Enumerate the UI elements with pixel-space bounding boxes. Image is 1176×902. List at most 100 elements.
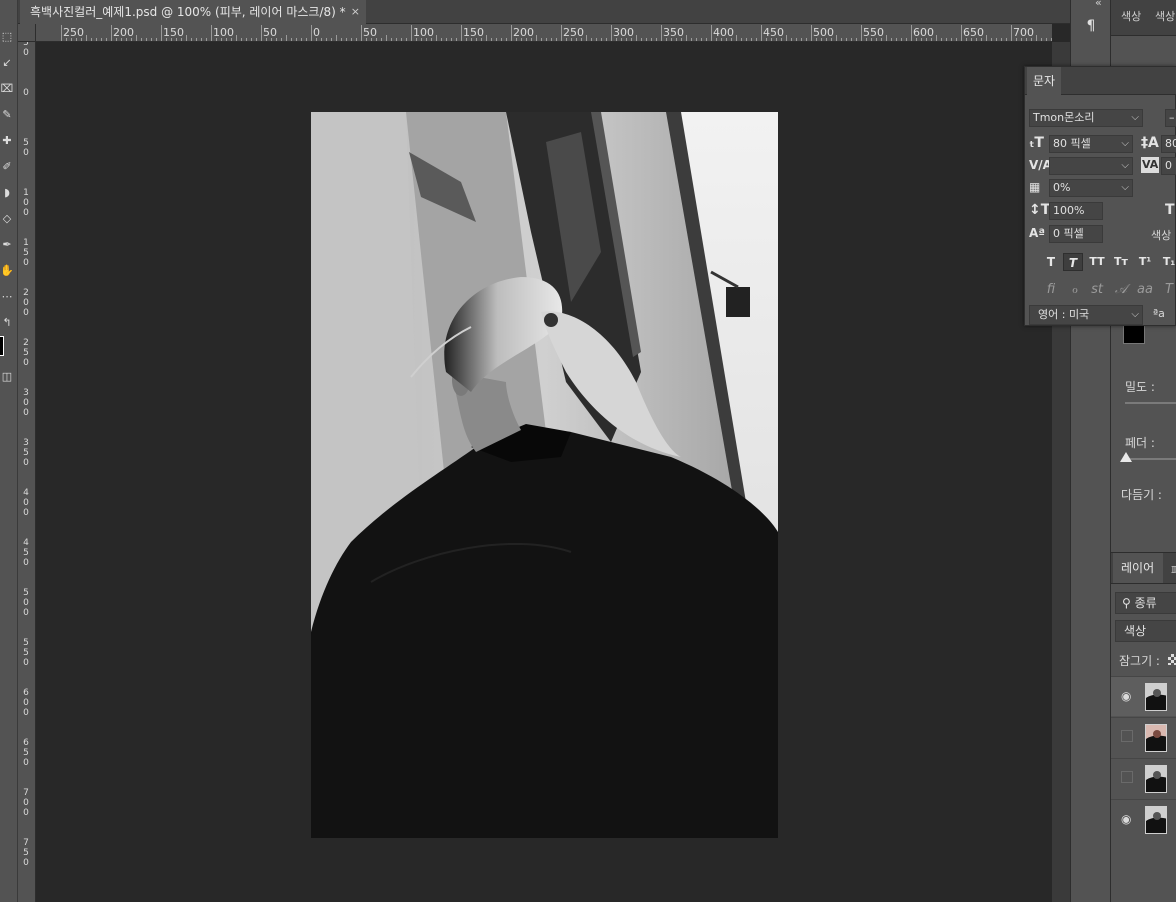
canvas-area[interactable] (36, 42, 1052, 902)
screen-mode-icon[interactable]: ◫ (0, 370, 14, 384)
ruler-minor-tick (276, 38, 277, 41)
lock-label: 잠그기 : (1119, 654, 1160, 668)
anti-alias-icon[interactable]: ªa (1153, 307, 1165, 320)
vertical-ruler[interactable]: 5 0 0 5 0 1 0 0 1 5 0 2 0 0 2 5 0 3 0 0 3 5 0 4 0… (18, 42, 36, 902)
layer-thumbnail[interactable] (1145, 765, 1167, 793)
eyedropper-icon[interactable]: ✎ (0, 108, 14, 122)
healing-icon[interactable]: ✚ (0, 134, 14, 148)
ruler-minor-tick (971, 38, 972, 41)
tab-paths[interactable]: 패 (1171, 562, 1176, 578)
eye-icon[interactable]: ◉ (1121, 689, 1135, 703)
kerning-field[interactable]: ⌵ (1049, 157, 1133, 175)
eye-icon[interactable]: ◉ (1121, 812, 1135, 826)
ruler-minor-tick (586, 35, 587, 41)
blend-mode-select[interactable]: 색상 (1115, 620, 1176, 642)
tsume-value: 0% (1053, 181, 1071, 194)
tab-layers[interactable]: 레이어 (1113, 553, 1163, 583)
foreground-color-icon[interactable] (0, 336, 4, 356)
visibility-off-box[interactable] (1121, 771, 1133, 783)
marquee-icon[interactable]: ⬚ (0, 30, 14, 44)
layer-row[interactable]: ◉ (1111, 676, 1176, 716)
lasso-icon[interactable]: ↙ (0, 56, 14, 70)
ruler-minor-tick (466, 38, 467, 41)
ruler-label: 3 5 0 (23, 438, 29, 468)
density-slider[interactable] (1125, 402, 1176, 404)
visibility-off-box[interactable] (1121, 730, 1133, 742)
subscript-button[interactable]: T₁ (1159, 253, 1176, 271)
language-value: 영어 : 미국 (1038, 308, 1090, 321)
brush-icon[interactable]: ✐ (0, 160, 14, 174)
zoom-icon[interactable]: ⋯ (0, 290, 14, 304)
crop-icon[interactable]: ⌧ (0, 82, 14, 96)
discretionary-ligatures-button[interactable]: st (1087, 281, 1107, 299)
ruler-minor-tick (101, 38, 102, 41)
ruler-label: 7 0 0 (23, 788, 29, 818)
layer-row[interactable] (1111, 758, 1176, 798)
feather-slider-handle[interactable] (1120, 452, 1132, 462)
baseline-shift-field[interactable]: 0 픽셀 (1049, 225, 1103, 243)
faux-bold-button[interactable]: T (1041, 253, 1061, 271)
tracking-field[interactable]: 0 (1161, 157, 1176, 175)
document-tab[interactable]: 흑백사진컬러_예제1.psd @ 100% (피부, 레이어 마스크/8) * … (20, 0, 366, 24)
ruler-minor-tick (1021, 38, 1022, 41)
layer-thumbnail[interactable] (1145, 683, 1167, 711)
ruler-minor-tick (621, 38, 622, 41)
vertical-scale-field[interactable]: 100% (1049, 202, 1103, 220)
document-photo[interactable] (311, 112, 778, 838)
tab-character[interactable]: 문자 (1027, 67, 1061, 95)
ruler-minor-tick (906, 38, 907, 41)
ruler-minor-tick (406, 38, 407, 41)
titling-button[interactable]: T (1159, 281, 1176, 299)
ruler-minor-tick (296, 38, 297, 41)
small-caps-button[interactable]: Tт (1111, 253, 1131, 271)
ligatures-button[interactable]: fi (1041, 281, 1061, 299)
stamp-icon[interactable]: ◗ (0, 186, 14, 200)
old-style-button[interactable]: ℴ (1065, 281, 1085, 299)
ruler-minor-tick (936, 35, 937, 41)
stylistic-alternates-button[interactable]: aa (1135, 281, 1155, 299)
ruler-minor-tick (691, 38, 692, 41)
ruler-minor-tick (1006, 38, 1007, 41)
layer-row[interactable] (1111, 717, 1176, 757)
font-style-select[interactable]: – (1165, 109, 1176, 127)
faux-italic-button[interactable]: T (1063, 253, 1083, 271)
swap-colors-icon[interactable]: ↰ (0, 316, 14, 330)
ruler-origin[interactable] (18, 24, 36, 42)
leading-field[interactable]: 80 (1161, 135, 1176, 153)
pen-icon[interactable]: ✒ (0, 238, 14, 252)
font-family-select[interactable]: Tmon몬소리 ⌵ (1029, 109, 1143, 127)
layer-row[interactable]: ◉ (1111, 799, 1176, 839)
ruler-minor-tick (766, 38, 767, 41)
checkerboard-lock-icon[interactable] (1168, 654, 1176, 665)
font-size-field[interactable]: 80 픽셀 ⌵ (1049, 135, 1133, 153)
mask-color-swatch[interactable] (1123, 324, 1145, 344)
superscript-button[interactable]: T¹ (1135, 253, 1155, 271)
swash-button[interactable]: 𝒜 (1111, 281, 1131, 299)
chevron-down-icon: ⌵ (1121, 160, 1129, 171)
tab-color-2[interactable]: 색상 (1155, 8, 1175, 24)
ruler-label: 5 0 0 (23, 588, 29, 618)
layer-thumbnail[interactable] (1145, 806, 1167, 834)
ruler-minor-tick (781, 38, 782, 41)
language-select[interactable]: 영어 : 미국 ⌵ (1029, 305, 1143, 325)
horizontal-ruler[interactable]: 250 200 150 100 50 0 50 100 150 200 250 300 350 400 45… (36, 24, 1052, 42)
eraser-icon[interactable]: ◇ (0, 212, 14, 226)
ruler-minor-tick (421, 38, 422, 41)
ruler-label: 5 5 0 (23, 638, 29, 668)
ruler-minor-tick (256, 38, 257, 41)
paragraph-icon[interactable]: ¶ (1081, 18, 1101, 40)
ruler-tick (661, 25, 662, 41)
ruler-minor-tick (196, 38, 197, 41)
ruler-minor-tick (356, 38, 357, 41)
layer-thumbnail[interactable] (1145, 724, 1167, 752)
feather-slider[interactable] (1125, 458, 1176, 460)
tab-color-1[interactable]: 색상 (1121, 8, 1141, 24)
ruler-minor-tick (521, 38, 522, 41)
all-caps-button[interactable]: TT (1087, 253, 1107, 271)
ruler-tick (761, 25, 762, 41)
tsume-field[interactable]: 0% ⌵ (1049, 179, 1133, 197)
collapse-icon[interactable]: « (1095, 0, 1102, 9)
layer-filter-field[interactable]: ⚲ 종류 (1115, 592, 1176, 614)
close-icon[interactable]: × (351, 0, 360, 24)
hand-icon[interactable]: ✋ (0, 264, 14, 278)
